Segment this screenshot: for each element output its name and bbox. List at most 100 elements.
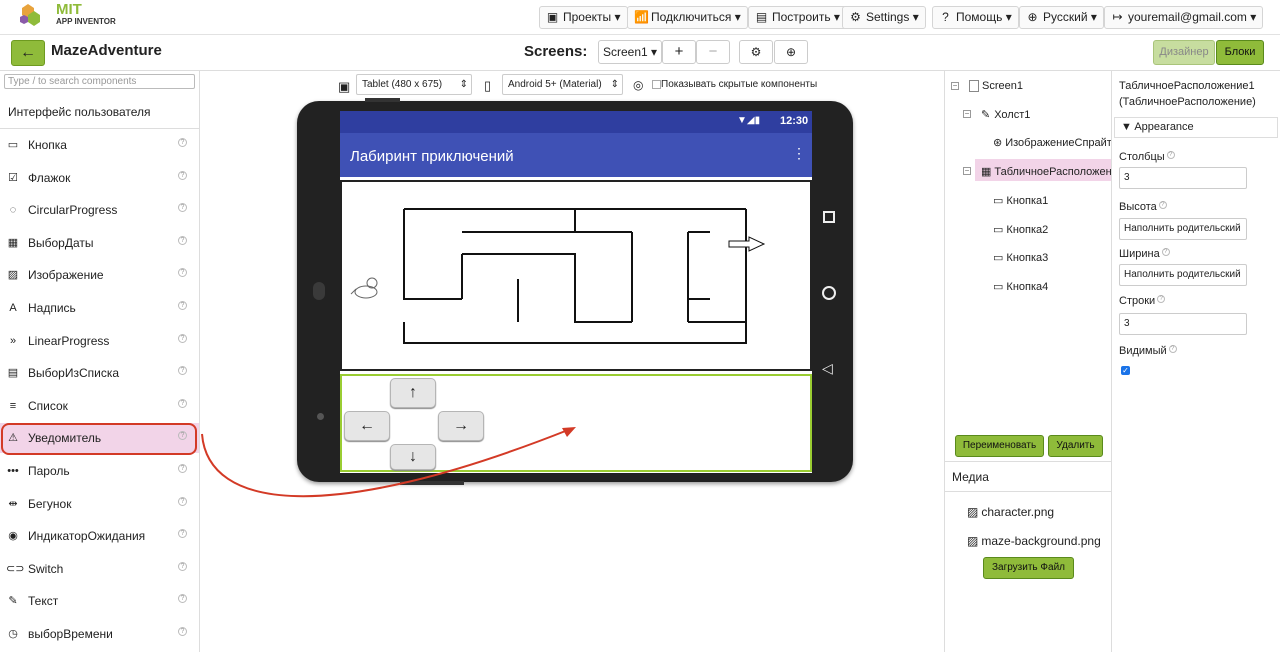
palette-item-password[interactable]: ••• Пароль? [0,456,199,486]
tree-node-button2[interactable]: ▭ Кнопка2 [993,223,1048,236]
help-icon[interactable]: ? [178,138,187,147]
palette-item-switch[interactable]: ⊂⊃ Switch? [0,554,199,584]
tree-node-screen1[interactable]: Screen1 [969,80,1023,93]
preview-globe-button[interactable]: ⊕ [774,40,808,64]
palette-item-slider[interactable]: ⇹ Бегунок? [0,489,199,519]
menu-connect[interactable]: 📶 Подключиться ▾ [627,6,748,29]
width-input[interactable]: Наполнить родительский [1119,264,1247,286]
tree-node-button4[interactable]: ▭ Кнопка4 [993,280,1048,293]
help-icon[interactable]: ? [1158,201,1167,209]
upload-file-button[interactable]: Загрузить Файл [983,557,1074,579]
height-input[interactable]: Наполнить родительский [1119,218,1247,240]
media-file-character[interactable]: ▨ character.png [967,505,1054,519]
help-icon[interactable]: ? [178,301,187,310]
menu-build[interactable]: ▤ Построить ▾ [748,6,847,29]
back-button[interactable]: ← [11,40,45,66]
add-screen-button[interactable]: + [662,40,696,64]
status-bar: ▼◢▮ 12:30 [340,111,812,133]
tree-node-button3[interactable]: ▭ Кнопка3 [993,251,1048,264]
image-icon: ▨ [7,269,19,282]
help-icon[interactable]: ? [178,398,187,408]
palette-item-linear-progress[interactable]: » LinearProgress? [0,326,199,356]
help-icon[interactable]: ? [1157,295,1166,303]
nav-home-icon[interactable] [822,286,836,300]
app-inventor-logo[interactable]: MIT APP INVENTOR [18,1,138,32]
palette-item-listview[interactable]: ≡ Список? [0,391,199,421]
tree-node-button1[interactable]: ▭ Кнопка1 [993,194,1048,207]
divider [945,491,1111,492]
menu-settings[interactable]: ⚙ Settings ▾ [842,6,926,29]
menu-language[interactable]: ⊕ Русский ▾ [1019,6,1104,29]
palette-item-textbox[interactable]: ✎ Текст? [0,586,199,616]
overflow-menu-icon[interactable]: ⋮ [792,145,806,162]
blocks-button[interactable]: Блоки [1216,40,1264,65]
palette-item-label: Кнопка [28,138,67,152]
help-icon[interactable]: ? [178,268,187,278]
rows-input[interactable]: 3 [1119,313,1247,335]
help-icon[interactable]: ? [178,529,187,539]
palette-item-clock[interactable]: ◷ выборВремени? [0,619,199,649]
component-tree: − Screen1 − ✎ Холст1 ⊛ ИзображениеСпрайт −… [944,71,1112,461]
help-icon[interactable]: ? [178,170,187,180]
columns-input[interactable]: 3 [1119,167,1247,189]
build-icon: ▤ [755,10,768,24]
visible-checkbox[interactable]: ✓ [1121,366,1130,375]
circular-progress-icon: ◌ [9,204,17,217]
tree-node-table-arrangement[interactable]: ▦ТабличноеРасположение1 [981,165,1111,178]
palette-item-label[interactable]: A Надпись? [0,293,199,323]
palette-item-button[interactable]: ▭ Кнопка? [0,130,199,160]
maze-canvas[interactable] [340,180,812,371]
palette-item-listpicker[interactable]: ▤ ВыборИзСписка? [0,358,199,388]
help-icon[interactable]: ? [178,333,187,343]
theme-select[interactable]: Android 5+ (Material) ⇕ [502,74,623,95]
help-icon[interactable]: ? [178,496,187,506]
screen-dropdown[interactable]: Screen1 ▾ [598,40,662,64]
palette-item-circular-progress[interactable]: ◌ CircularProgress? [0,195,199,225]
annotation-arrow [201,427,576,498]
folder-icon: ▣ [546,10,559,24]
palette-item-label: Бегунок [28,496,72,511]
menu-help[interactable]: ? Помощь ▾ [932,6,1019,29]
help-icon[interactable]: ? [178,561,187,571]
nav-recent-icon[interactable] [823,211,835,223]
help-icon[interactable]: ? [178,627,187,636]
project-properties-button[interactable]: ⚙ [739,40,773,64]
collapse-icon[interactable]: − [963,110,971,118]
collapse-icon[interactable]: − [963,167,971,175]
palette-item-label: ИндикаторОжидания [28,529,146,544]
up-button[interactable]: ↑ [390,378,436,408]
show-hidden-checkbox[interactable] [652,80,661,89]
tree-node-canvas[interactable]: ✎ Холст1 [981,108,1030,121]
help-icon[interactable]: ? [178,203,187,213]
help-icon[interactable]: ? [1166,151,1175,159]
delete-button[interactable]: Удалить [1048,435,1103,457]
help-icon[interactable]: ? [178,235,187,245]
remove-screen-button[interactable]: − [696,40,730,64]
designer-button[interactable]: Дизайнер [1153,40,1215,65]
menu-projects[interactable]: ▣ Проекты ▾ [539,6,628,29]
rename-button[interactable]: Переименовать [955,435,1044,457]
palette-item-warning[interactable]: ⚠ Уведомитель? [0,423,199,454]
tablet-icon: ▣ [338,79,351,94]
button-icon: ▭ [993,252,1004,264]
nav-back-icon[interactable]: ◁ [822,360,833,377]
tree-node-sprite[interactable]: ⊛ ИзображениеСпрайт [993,136,1111,149]
palette-item-spinner[interactable]: ◉ ИндикаторОжидания? [0,521,199,551]
palette-item-image[interactable]: ▨ Изображение? [0,260,199,290]
help-icon[interactable]: ? [1161,248,1170,256]
collapse-icon[interactable]: − [951,82,959,90]
appearance-section[interactable]: ▼ Appearance [1114,117,1278,138]
media-file-maze-background[interactable]: ▨ maze-background.png [967,534,1101,548]
menu-account[interactable]: ↦ youremail@gmail.com ▾ [1104,6,1264,29]
device-size-select[interactable]: Tablet (480 x 675) ⇕ [356,74,472,95]
help-icon[interactable]: ? [178,594,187,604]
help-icon[interactable]: ? [178,366,187,376]
search-input[interactable]: Type / to search components [4,74,195,89]
palette-item-calendar[interactable]: ▦ ВыборДаты? [0,228,199,258]
palette-category[interactable]: Интерфейс пользователя [8,105,151,119]
help-icon[interactable]: ? [178,431,187,441]
show-hidden-label: Показывать скрытые компоненты [661,79,818,90]
help-icon[interactable]: ? [178,464,187,473]
help-icon[interactable]: ? [1168,345,1177,353]
palette-item-checkbox[interactable]: ☑ Флажок? [0,163,199,193]
